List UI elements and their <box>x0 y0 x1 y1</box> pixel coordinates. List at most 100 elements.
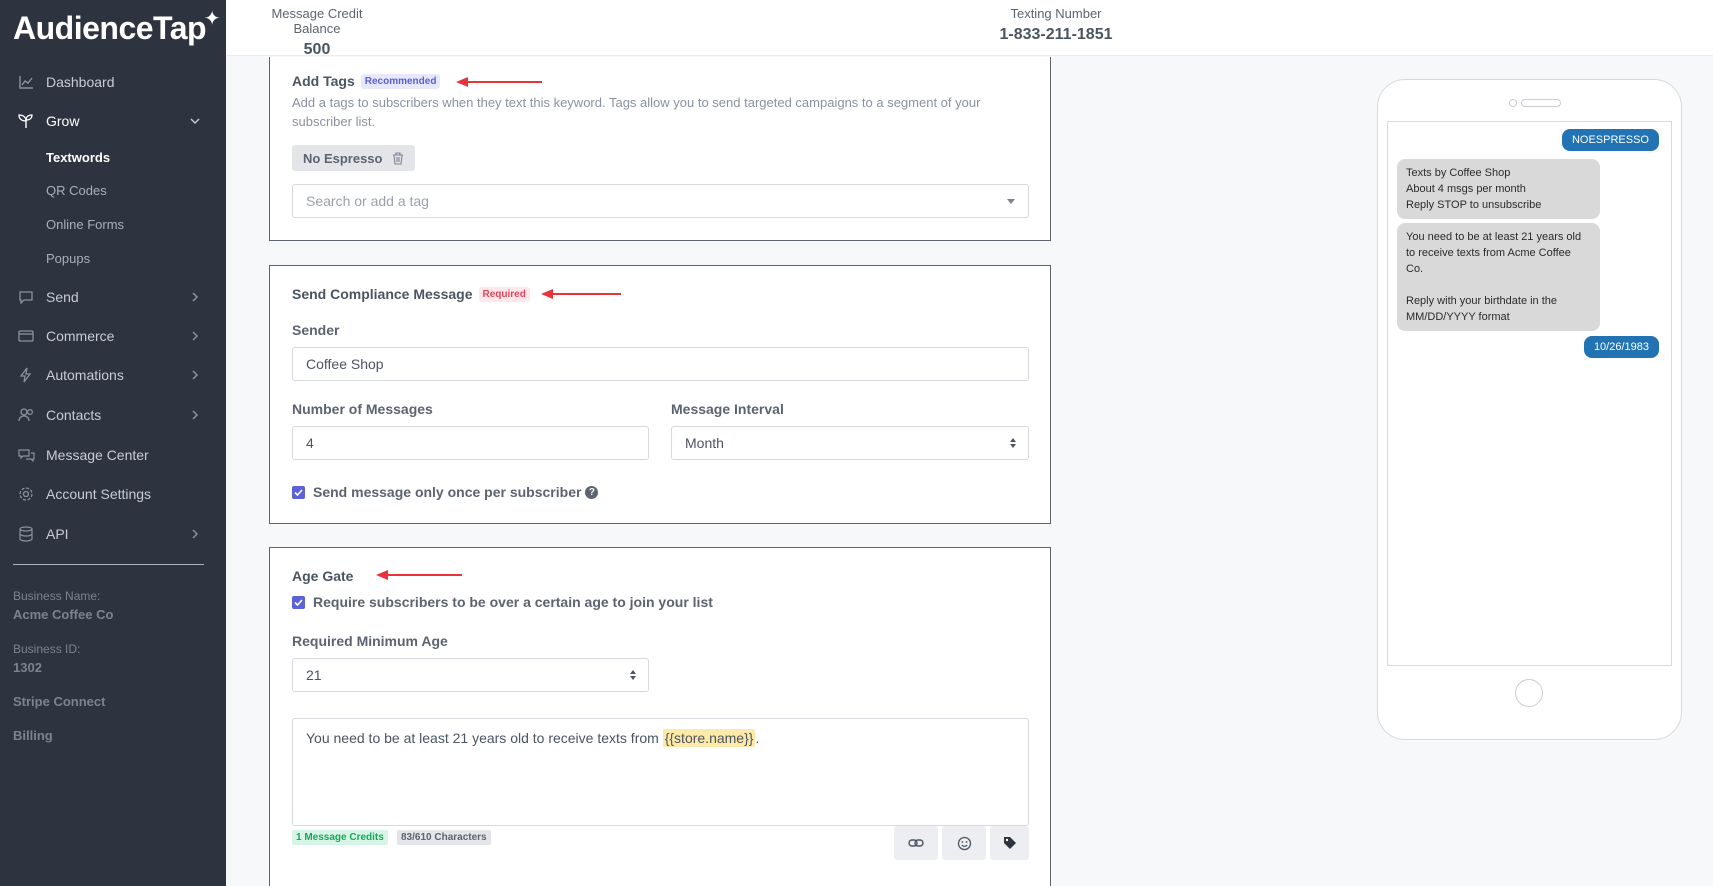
insert-emoji-button[interactable] <box>942 826 986 860</box>
insert-link-button[interactable] <box>894 826 938 860</box>
add-tags-title: Add Tags Recommended <box>292 73 441 89</box>
bolt-icon <box>17 366 35 384</box>
message-interval-value: Month <box>685 435 724 451</box>
tag-chip-label: No Espresso <box>303 150 383 166</box>
tag-search-placeholder: Search or add a tag <box>306 193 429 209</box>
phone-screen: NOESPRESSO Texts by Coffee Shop About 4 … <box>1387 121 1672 666</box>
sub-item-popups[interactable]: Popups <box>46 251 90 266</box>
bubble-line: About 4 msgs per month <box>1406 183 1526 195</box>
annotation-arrow-age-gate <box>376 570 462 580</box>
database-icon <box>17 525 35 543</box>
nav-label: Automations <box>46 367 124 383</box>
require-age-label: Require subscribers to be over a certain… <box>313 594 713 610</box>
send-once-checkbox[interactable] <box>292 485 305 499</box>
nav-label: Contacts <box>46 407 102 423</box>
insert-tag-button[interactable] <box>990 826 1029 860</box>
top-bar: Message Credit Balance 500 Texting Numbe… <box>226 0 1713 59</box>
logo-text: AudienceTap <box>13 10 207 46</box>
chevron-right-icon <box>192 529 199 539</box>
sender-label: Sender <box>292 322 340 338</box>
tag-chip[interactable]: No Espresso <box>292 145 416 171</box>
trash-icon[interactable] <box>392 151 404 165</box>
merge-tag-token: {{store.name}} <box>662 729 756 747</box>
number-of-messages-input[interactable]: 4 <box>292 426 649 460</box>
bubble-text: Reply with your birthdate in the MM/DD/Y… <box>1406 295 1558 323</box>
compliance-panel: Send Compliance Message Required Sender … <box>269 265 1051 524</box>
nav-send[interactable]: Send <box>0 279 226 315</box>
messages-icon <box>17 446 35 464</box>
chevron-down-icon <box>190 118 200 125</box>
nav-grow[interactable]: Grow <box>0 103 226 139</box>
add-tags-panel: Add Tags Recommended Add a tags to subsc… <box>269 57 1051 241</box>
tag-search-input[interactable]: Search or add a tag <box>292 184 1029 218</box>
require-age-checkbox[interactable] <box>292 595 305 609</box>
incoming-bubble-1: Texts by Coffee Shop About 4 msgs per mo… <box>1397 159 1600 219</box>
message-suffix: . <box>755 730 760 746</box>
require-age-checkbox-row[interactable]: Require subscribers to be over a certain… <box>292 594 713 610</box>
bubble-line: Reply STOP to unsubscribe <box>1406 199 1542 211</box>
nav-contacts[interactable]: Contacts <box>0 397 226 433</box>
phone-home-button <box>1515 679 1543 707</box>
texting-number-label: Texting Number <box>1010 6 1102 21</box>
annotation-arrow-compliance <box>541 289 621 299</box>
compliance-title: Send Compliance Message Required <box>292 286 530 302</box>
bubble-text: You need to be at least 21 years old to … <box>1406 231 1582 275</box>
sprout-icon <box>17 112 35 130</box>
message-credits-badge: 1 Message Credits <box>292 830 388 845</box>
nav-label: Account Settings <box>46 486 152 502</box>
min-age-label: Required Minimum Age <box>292 633 448 649</box>
chevron-right-icon <box>192 292 199 302</box>
sub-item-textwords[interactable]: Textwords <box>46 150 110 165</box>
sender-input[interactable]: Coffee Shop <box>292 347 1029 381</box>
sub-item-qr-codes[interactable]: QR Codes <box>46 183 107 198</box>
nav-automations[interactable]: Automations <box>0 357 226 393</box>
stripe-connect-link[interactable]: Stripe Connect <box>13 694 105 709</box>
nav-message-center[interactable]: Message Center <box>0 437 226 473</box>
business-id-value: 1302 <box>13 660 42 675</box>
app-logo[interactable]: AudienceTap ✦ <box>13 8 221 47</box>
caret-down-icon <box>1007 199 1015 204</box>
sidebar: AudienceTap ✦ Dashboard Grow Textwords Q… <box>0 0 226 886</box>
sidebar-divider <box>13 564 204 565</box>
nav-label: API <box>46 526 69 542</box>
compliance-heading: Send Compliance Message <box>292 286 473 302</box>
nav-label: Message Center <box>46 447 149 463</box>
chevron-right-icon <box>192 410 199 420</box>
nav-dashboard[interactable]: Dashboard <box>0 64 226 100</box>
age-gate-title: Age Gate <box>292 568 353 584</box>
credit-balance: Message Credit Balance 500 <box>252 6 382 59</box>
nav-account-settings[interactable]: Account Settings <box>0 476 226 512</box>
nav-label: Commerce <box>46 328 115 344</box>
incoming-bubble-2: You need to be at least 21 years old to … <box>1397 223 1600 331</box>
message-interval-label: Message Interval <box>671 401 784 417</box>
message-interval-select[interactable]: Month <box>671 426 1029 460</box>
people-icon <box>17 406 35 424</box>
select-arrows-icon <box>1010 438 1016 448</box>
number-of-messages-label: Number of Messages <box>292 401 433 417</box>
business-id-label: Business ID: <box>13 642 81 656</box>
min-age-value: 21 <box>306 667 322 683</box>
phone-speaker <box>1521 99 1561 107</box>
age-gate-message-textarea[interactable]: You need to be at least 21 years old to … <box>292 718 1029 826</box>
add-tags-heading: Add Tags <box>292 73 355 89</box>
phone-camera <box>1509 99 1517 107</box>
gear-icon <box>17 485 35 503</box>
send-once-checkbox-row[interactable]: Send message only once per subscriber ? <box>292 484 599 500</box>
phone-preview: NOESPRESSO Texts by Coffee Shop About 4 … <box>1377 79 1682 740</box>
sparkle-icon: ✦ <box>203 8 221 30</box>
age-gate-heading: Age Gate <box>292 568 354 584</box>
send-once-label: Send message only once per subscriber <box>313 484 582 500</box>
chat-icon <box>17 288 35 306</box>
annotation-arrow-tags <box>456 77 542 87</box>
character-count-badge: 83/610 Characters <box>397 830 491 845</box>
help-icon[interactable]: ? <box>585 485 599 499</box>
chart-icon <box>17 73 35 91</box>
billing-link[interactable]: Billing <box>13 728 53 743</box>
min-age-select[interactable]: 21 <box>292 658 649 692</box>
nav-api[interactable]: API <box>0 516 226 552</box>
nav-commerce[interactable]: Commerce <box>0 318 226 354</box>
chevron-right-icon <box>192 331 199 341</box>
sender-value: Coffee Shop <box>306 356 384 372</box>
sub-item-online-forms[interactable]: Online Forms <box>46 217 124 232</box>
link-icon <box>908 839 924 847</box>
